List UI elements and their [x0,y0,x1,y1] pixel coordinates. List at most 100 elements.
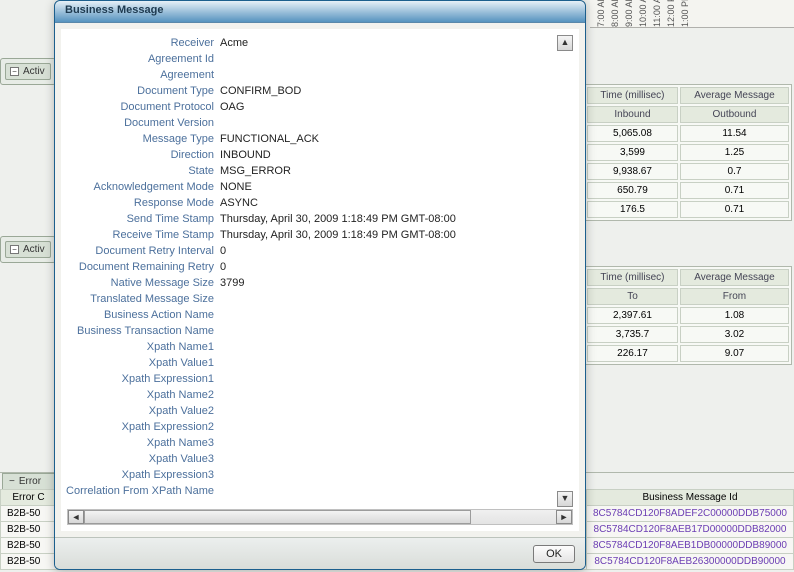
field-row: Xpath Expression3 [61,467,579,483]
scrollbar-thumb[interactable] [84,510,471,524]
field-label: Agreement Id [61,51,220,67]
collapse-icon[interactable]: − [9,476,15,487]
field-label: Xpath Name1 [61,339,220,355]
field-row: Xpath Expression2 [61,419,579,435]
col-header: Average Message [680,269,789,286]
cell: 176.5 [587,201,678,218]
collapse-icon[interactable]: − [10,245,19,254]
cell: 650.79 [587,182,678,199]
field-label: Xpath Expression2 [61,419,220,435]
field-label: Native Message Size [61,275,220,291]
field-row: Xpath Value1 [61,355,579,371]
field-row: Document Retry Interval0 [61,243,579,259]
field-value: INBOUND [220,147,271,163]
collapse-icon[interactable]: − [10,67,19,76]
business-message-id[interactable]: 8C5784CD120F8AEB1DB00000DDB89000 [586,538,793,554]
cell: 0.7 [680,163,789,180]
field-label: Xpath Expression3 [61,467,220,483]
left-panel-title: Activ [23,66,45,77]
field-label: Receive Time Stamp [61,227,220,243]
field-value: MSG_ERROR [220,163,291,179]
scroll-right-button[interactable]: ► [556,510,572,524]
field-row: Document TypeCONFIRM_BOD [61,83,579,99]
field-value: Acme [220,35,248,51]
metrics-table-1: Time (millisec)Average Message InboundOu… [584,84,792,221]
cell: 9,938.67 [587,163,678,180]
col-subheader: From [680,288,789,305]
field-row: Message TypeFUNCTIONAL_ACK [61,131,579,147]
business-message-dialog: Business Message ReceiverAcmeAgreement I… [54,0,586,570]
field-row: Receive Time StampThursday, April 30, 20… [61,227,579,243]
left-panel-title: Activ [23,244,45,255]
cell: 0.71 [680,182,789,199]
field-label: Document Retry Interval [61,243,220,259]
scroll-down-button[interactable]: ▼ [557,491,573,507]
field-row: Correlation From XPath Name [61,483,579,499]
field-row: Response ModeASYNC [61,195,579,211]
field-label: Xpath Value3 [61,451,220,467]
error-code: B2B-50 [1,538,57,554]
metrics-table-2: Time (millisec)Average Message ToFrom 2,… [584,266,792,365]
dialog-body: ReceiverAcmeAgreement IdAgreementDocumen… [61,29,579,531]
field-label: Agreement [61,67,220,83]
cell: 3,599 [587,144,678,161]
horizontal-scrollbar[interactable]: ◄ ► [67,509,573,525]
ruler-tick: 9:00 AM [624,3,634,27]
col-subheader: Outbound [680,106,789,123]
field-label: Message Type [61,131,220,147]
business-message-id[interactable]: 8C5784CD120F8AEB17D00000DDB82000 [586,522,793,538]
ruler-tick: 8:00 AM [610,3,620,27]
field-label: Xpath Value2 [61,403,220,419]
field-row: Xpath Name2 [61,387,579,403]
field-value: 3799 [220,275,244,291]
left-panel-header-2: − Activ [0,236,56,263]
scrollbar-track[interactable] [84,510,556,524]
field-label: Translated Message Size [61,291,220,307]
cell: 2,397.61 [587,307,678,324]
business-message-id[interactable]: 8C5784CD120F8ADEF2C00000DDB75000 [586,506,793,522]
left-panel-header-1: − Activ [0,58,56,85]
col-header: Time (millisec) [587,87,678,104]
field-value: OAG [220,99,244,115]
field-row: Acknowledgement ModeNONE [61,179,579,195]
field-label: Send Time Stamp [61,211,220,227]
errors-title: Error [19,476,41,487]
ruler-tick: 12:00 PM [666,3,676,27]
field-value: Thursday, April 30, 2009 1:18:49 PM GMT-… [220,227,456,243]
col-header: Time (millisec) [587,269,678,286]
field-row: Translated Message Size [61,291,579,307]
field-row: StateMSG_ERROR [61,163,579,179]
field-value: NONE [220,179,252,195]
cell: 226.17 [587,345,678,362]
field-row: Agreement Id [61,51,579,67]
field-row: Xpath Value2 [61,403,579,419]
field-value: 0 [220,259,226,275]
cell: 9.07 [680,345,789,362]
field-value: Thursday, April 30, 2009 1:18:49 PM GMT-… [220,211,456,227]
business-message-id[interactable]: 8C5784CD120F8AEB26300000DDB90000 [586,554,793,570]
ruler-tick: 7:00 AM [596,3,606,27]
field-value: ASYNC [220,195,258,211]
ok-button[interactable]: OK [533,545,575,563]
field-label: Document Version [61,115,220,131]
ruler-tick: 10:00 AM [638,3,648,27]
cell: 11.54 [680,125,789,142]
field-row: Business Action Name [61,307,579,323]
scroll-left-button[interactable]: ◄ [68,510,84,524]
field-label: Document Remaining Retry [61,259,220,275]
field-list: ReceiverAcmeAgreement IdAgreementDocumen… [61,29,579,499]
field-label: Correlation From XPath Name [61,483,220,499]
field-label: Xpath Value1 [61,355,220,371]
scroll-up-button[interactable]: ▲ [557,35,573,51]
field-row: Send Time StampThursday, April 30, 2009 … [61,211,579,227]
dialog-title: Business Message [55,1,585,23]
field-row: Document ProtocolOAG [61,99,579,115]
ruler-tick: 1:00 PM [680,3,690,27]
field-value: FUNCTIONAL_ACK [220,131,319,147]
cell: 3,735.7 [587,326,678,343]
field-row: Xpath Value3 [61,451,579,467]
field-row: Business Transaction Name [61,323,579,339]
field-row: Xpath Name1 [61,339,579,355]
cell: 3.02 [680,326,789,343]
dialog-footer: OK [55,537,585,569]
